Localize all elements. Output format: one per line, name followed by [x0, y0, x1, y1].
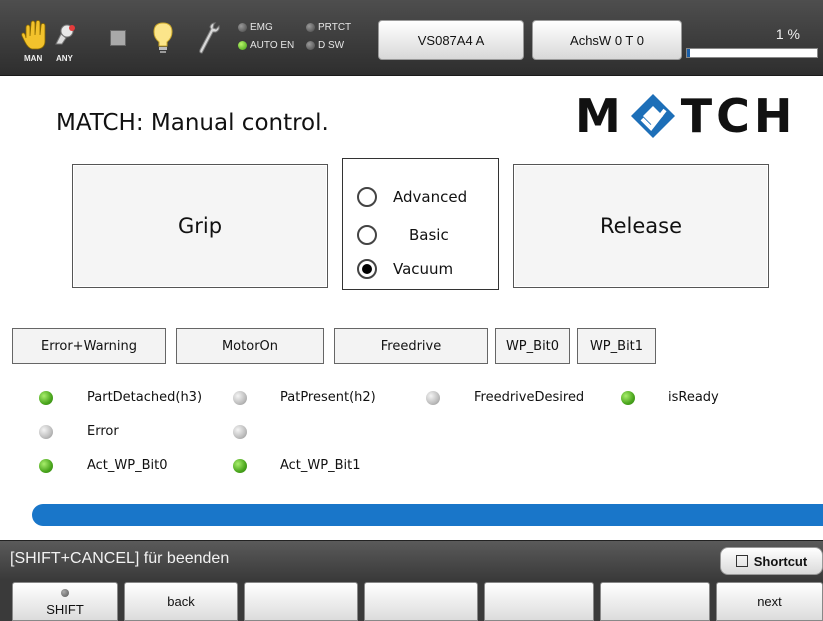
shortcut-label: Shortcut	[753, 553, 808, 569]
prtct-lamp-icon	[306, 23, 315, 32]
next-key[interactable]: next	[716, 582, 823, 621]
mode-man-label: MAN	[24, 54, 43, 63]
auto-en-lamp-icon	[238, 41, 247, 50]
motor-on-button[interactable]: MotorOn	[176, 328, 324, 364]
act-wp-bit0-label: Act_WP_Bit0	[87, 458, 168, 473]
pat-present-label: PatPresent(h2)	[280, 390, 376, 405]
d-sw-indicator: D SW	[306, 40, 344, 51]
act-wp-bit1-led-icon	[233, 459, 247, 473]
speed-override-fill	[687, 49, 690, 57]
function-key-5[interactable]	[484, 582, 594, 621]
mode-any-label: ANY	[56, 54, 73, 63]
logo-text-left: M	[575, 89, 625, 143]
grip-button[interactable]: Grip	[72, 164, 328, 288]
prtct-label: PRTCT	[318, 22, 352, 33]
back-key[interactable]: back	[124, 582, 238, 621]
wp-bit1-button[interactable]: WP_Bit1	[577, 328, 656, 364]
radio-basic-circle[interactable]	[357, 225, 377, 245]
emg-lamp-icon	[238, 23, 247, 32]
radio-vacuum-label: Vacuum	[393, 260, 454, 278]
d-sw-label: D SW	[318, 40, 345, 51]
gripper-mode-group: Advanced Basic Vacuum	[342, 158, 499, 290]
function-key-3[interactable]	[244, 582, 358, 621]
radio-advanced-label: Advanced	[393, 188, 468, 206]
bulb-icon[interactable]	[148, 20, 178, 58]
shortcut-button[interactable]: Shortcut	[720, 547, 823, 575]
radio-basic-label: Basic	[409, 226, 449, 244]
message-bar: [SHIFT+CANCEL] für beenden Shortcut	[0, 540, 823, 580]
radio-advanced[interactable]: Advanced	[357, 187, 467, 207]
logo-text-right: TCH	[680, 89, 797, 143]
radio-advanced-circle[interactable]	[357, 187, 377, 207]
radio-basic[interactable]: Basic	[357, 225, 449, 245]
freedrive-desired-led-icon	[426, 391, 440, 405]
auto-en-indicator: AUTO EN	[238, 40, 294, 51]
function-key-6[interactable]	[600, 582, 710, 621]
error-label: Error	[87, 424, 119, 439]
error-led-icon	[39, 425, 53, 439]
part-detached-led-icon	[39, 391, 53, 405]
coordinate-system-button[interactable]: AchsW 0 T 0	[532, 20, 682, 60]
speed-override-label: 1 %	[775, 26, 800, 42]
function-key-bar: SHIFT back next	[0, 580, 823, 621]
freedrive-desired-label: FreedriveDesired	[474, 390, 585, 405]
shift-key[interactable]: SHIFT	[12, 582, 118, 621]
activity-bar	[32, 504, 823, 526]
act-wp-bit0-led-icon	[39, 459, 53, 473]
act-wp-bit1-label: Act_WP_Bit1	[280, 458, 361, 473]
shift-key-label: SHIFT	[46, 602, 84, 617]
robot-select-button[interactable]: VS087A4 A	[378, 20, 524, 60]
status-bar: MAN ANY EMG PRTCT AUTO EN D SW VS087A4 A…	[0, 0, 823, 76]
auto-en-label: AUTO EN	[250, 40, 295, 51]
hand-icon[interactable]	[20, 20, 50, 58]
freedrive-button[interactable]: Freedrive	[334, 328, 488, 364]
part-detached-label: PartDetached(h3)	[87, 390, 203, 405]
emg-label: EMG	[250, 22, 273, 33]
match-logo: M TCH	[575, 80, 796, 152]
prtct-indicator: PRTCT	[306, 22, 351, 33]
is-ready-label: isReady	[668, 390, 719, 405]
radio-vacuum-circle[interactable]	[357, 259, 377, 279]
page-title: MATCH: Manual control.	[56, 110, 329, 136]
release-button[interactable]: Release	[513, 164, 769, 288]
unnamed-led-icon	[233, 425, 247, 439]
speed-override[interactable]: 1 %	[686, 24, 818, 60]
shortcut-icon	[735, 555, 748, 567]
robot-any-icon[interactable]	[52, 20, 82, 58]
wrench-icon[interactable]	[194, 20, 224, 58]
stop-square-icon[interactable]	[110, 30, 126, 46]
speed-override-bar	[686, 48, 818, 58]
is-ready-led-icon	[621, 391, 635, 405]
match-logo-mark-icon	[630, 94, 675, 138]
error-warning-button[interactable]: Error+Warning	[12, 328, 166, 364]
radio-vacuum[interactable]: Vacuum	[357, 259, 453, 279]
emg-indicator: EMG	[238, 22, 273, 33]
message-text: [SHIFT+CANCEL] für beenden	[10, 550, 230, 567]
shift-indicator-icon	[61, 589, 69, 597]
pat-present-led-icon	[233, 391, 247, 405]
wp-bit0-button[interactable]: WP_Bit0	[495, 328, 570, 364]
d-sw-lamp-icon	[306, 41, 315, 50]
function-key-4[interactable]	[364, 582, 478, 621]
